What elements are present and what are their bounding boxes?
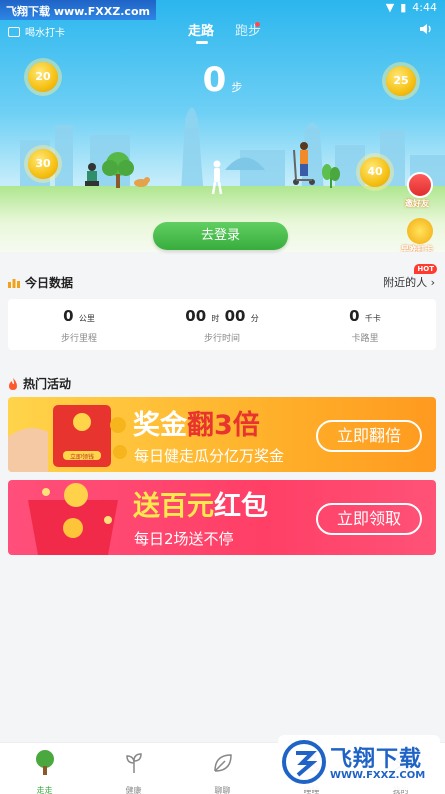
banner-subtitle: 每日2场送不停 (134, 530, 234, 548)
red-packet-banner[interactable]: 送百元红包 每日2场送不停 立即领取 (8, 480, 436, 555)
invite-friends-button[interactable]: 邀好友 (405, 172, 435, 209)
calories-label: 卡路里 (351, 334, 379, 344)
tab-walk[interactable]: 走路 (188, 20, 214, 39)
red-packet-coins-illustration (28, 483, 118, 555)
minutes-value: 00 (224, 307, 246, 325)
stat-distance: 0 公里 步行里程 (8, 307, 150, 344)
time-label: 步行时间 (203, 334, 240, 344)
status-bar: 飞翔下载 www.FXXZ.com ▼ ▮ 4:44 (0, 0, 445, 20)
banner-title-part-b: 翻3倍 (187, 410, 260, 441)
tree-icon (35, 750, 54, 775)
stat-time: 00 时 00 分 步行时间 (151, 307, 293, 344)
step-counter: 0 步 (0, 60, 445, 100)
today-data-header: 今日数据 (8, 274, 73, 291)
calories-value: 0 (349, 307, 360, 325)
nav-label: 聊聊 (214, 786, 231, 794)
banner-subtitle: 每日健走瓜分亿万奖金 (134, 447, 285, 465)
hero-scene: 飞翔下载 www.FXXZ.com ▼ ▮ 4:44 喝水打卡 走路 跑步 0 … (0, 0, 445, 252)
nearby-people-link[interactable]: 附近的人 › (383, 274, 435, 290)
drink-water-label: 喝水打卡 (25, 28, 65, 39)
reading-person-illustration (85, 163, 99, 186)
stat-calories: 0 千卡 卡路里 (294, 307, 436, 344)
speaker-icon[interactable] (419, 22, 433, 36)
gift-icon (407, 172, 433, 198)
download-logo-icon (282, 740, 326, 784)
dog-illustration (134, 177, 150, 187)
banner-title-part-a: 送百元 (133, 491, 214, 522)
hot-activities-header: 热门活动 (8, 375, 71, 392)
watermark-text: 飞翔下载 (330, 747, 423, 772)
nav-label: 健康 (125, 786, 142, 794)
banner-title-part-a: 奖金 (133, 410, 187, 441)
watermark-top: 飞翔下载 www.FXXZ.com (0, 0, 156, 20)
tab-notification-dot (255, 22, 260, 27)
hot-badge: HOT (414, 264, 437, 274)
early-late-checkin-label: 早晚打卡 (401, 245, 433, 252)
nav-label: 走走 (36, 786, 53, 794)
early-late-checkin-button[interactable]: 早晚打卡 (401, 218, 435, 252)
banner-title-part-b: 红包 (214, 491, 268, 522)
distance-unit: 公里 (78, 314, 95, 323)
step-count: 0 (202, 60, 227, 100)
envelope-cta-text: 立即领钱 (69, 454, 94, 461)
hours-unit: 时 (211, 314, 220, 323)
login-button[interactable]: 去登录 (153, 222, 288, 250)
scooter-person-illustration (293, 142, 315, 185)
banner-title: 奖金翻3倍 (133, 403, 260, 442)
status-time: 4:44 (412, 1, 437, 14)
watermark-bottom: 飞翔下载 WWW.FXXZ.COM (278, 735, 440, 790)
minutes-unit: 分 (250, 314, 259, 323)
leaf-icon (213, 754, 232, 772)
today-data-title: 今日数据 (25, 276, 74, 290)
drink-water-checkin[interactable]: 喝水打卡 (8, 24, 65, 39)
walking-figure-illustration (211, 160, 223, 195)
today-stats-card: 0 公里 步行里程 00 时 00 分 步行时间 0 千卡 卡路里 (8, 299, 436, 350)
nav-item-walk[interactable]: 走走 (0, 749, 89, 794)
watermark-url: WWW.FXXZ.COM (330, 770, 426, 781)
hours-value: 00 (185, 307, 207, 325)
coin-bubble[interactable]: 25 (386, 66, 416, 96)
flame-icon (9, 377, 17, 390)
nearby-people-label: 附近的人 (383, 276, 428, 289)
double-now-button[interactable]: 立即翻倍 (316, 420, 422, 452)
banner-title: 送百元红包 (133, 484, 268, 523)
hot-activities-title: 热门活动 (23, 377, 72, 391)
distance-label: 步行里程 (60, 334, 97, 344)
tree-illustration (102, 152, 134, 188)
coin-bubble[interactable]: 20 (28, 62, 58, 92)
nav-item-health[interactable]: 健康 (89, 749, 178, 794)
invite-friends-label: 邀好友 (405, 199, 429, 208)
wifi-icon: ▼ (385, 1, 395, 14)
distance-value: 0 (63, 307, 74, 325)
bonus-triple-banner[interactable]: 立即领钱 奖金翻3倍 每日健走瓜分亿万奖金 立即翻倍 (8, 397, 436, 472)
chevron-right-icon: › (430, 276, 435, 289)
nav-item-chat[interactable]: 聊聊 (178, 749, 267, 794)
tab-active-indicator (196, 41, 208, 44)
bar-chart-icon (8, 278, 20, 288)
claim-now-button[interactable]: 立即领取 (316, 503, 422, 535)
coin-bubble[interactable]: 30 (28, 149, 58, 179)
plant-illustration (322, 164, 340, 188)
sun-icon (407, 218, 433, 244)
battery-icon: ▮ (400, 1, 407, 14)
sprout-icon (125, 753, 142, 773)
coin-bubble[interactable]: 40 (360, 157, 390, 187)
calories-unit: 千卡 (364, 314, 381, 323)
cup-icon (8, 26, 20, 37)
step-unit: 步 (231, 81, 243, 94)
